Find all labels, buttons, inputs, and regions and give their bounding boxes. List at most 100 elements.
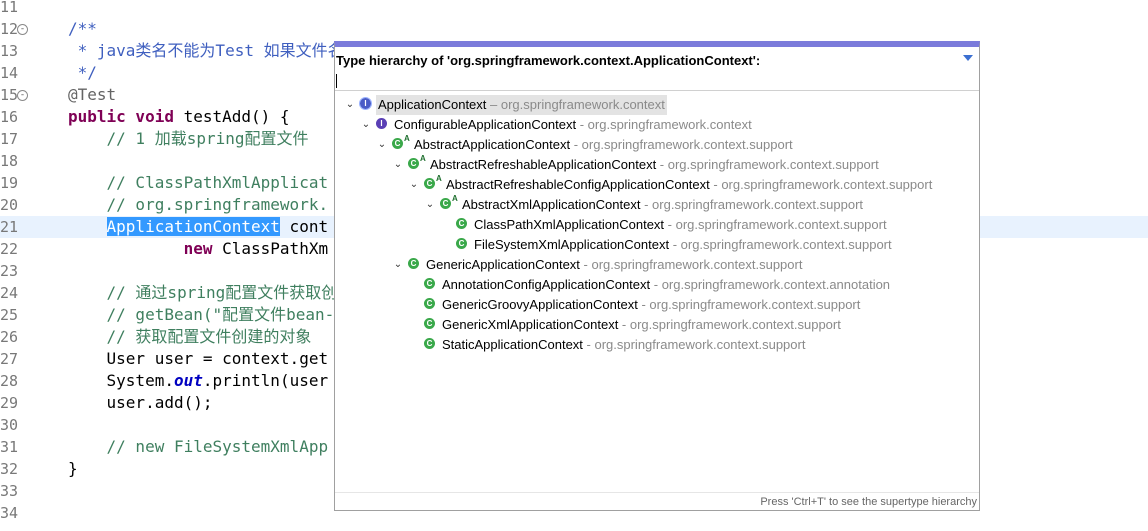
view-menu-icon[interactable] <box>963 55 973 61</box>
code-text: @Test <box>68 84 116 106</box>
tree-node[interactable]: C AnnotationConfigApplicationContext - or… <box>335 275 979 295</box>
line-number: 29 <box>0 394 19 412</box>
class-icon: C <box>424 298 435 309</box>
code-text: // new FileSystemXmlApp <box>68 436 329 458</box>
type-simple-name: StaticApplicationContext <box>442 337 583 352</box>
type-package: - org.springframework.context.support <box>669 237 892 252</box>
type-package: - org.springframework.context.support <box>582 337 806 352</box>
tree-node[interactable]: C GenericGroovyApplicationContext - org.s… <box>335 295 979 315</box>
line-comment: // ClassPathXmlApplicat <box>68 173 329 192</box>
line-number: 25 <box>0 306 19 324</box>
line-number: 23 <box>0 262 19 280</box>
line-number: 15 <box>0 86 19 104</box>
class-icon: C <box>424 338 435 349</box>
line-number: 34 <box>0 504 19 522</box>
type-name: AbstractRefreshableApplicationContext - … <box>428 155 881 175</box>
expand-chevron-icon[interactable]: ⌄ <box>361 115 371 135</box>
line-number: 27 <box>0 350 19 368</box>
line-comment: // getBean("配置文件bean- <box>68 305 335 324</box>
expand-chevron-icon[interactable]: ⌄ <box>409 175 419 195</box>
code-text: ApplicationContext cont <box>68 216 328 238</box>
fold-toggle-icon[interactable]: - <box>17 90 28 101</box>
type-name: AbstractRefreshableConfigApplicationCont… <box>444 175 934 195</box>
code-token: cont <box>279 217 329 236</box>
code-line[interactable]: 12- /** <box>0 18 1148 40</box>
code-text: */ <box>68 62 97 84</box>
text-caret <box>336 74 337 88</box>
class-icon: C <box>424 278 435 289</box>
type-name: ClassPathXmlApplicationContext - org.spr… <box>472 215 889 235</box>
footer-divider <box>335 492 979 493</box>
type-simple-name: ClassPathXmlApplicationContext <box>474 217 665 232</box>
expand-chevron-icon[interactable]: ⌄ <box>393 255 403 275</box>
selected-text: ApplicationContext <box>106 217 280 236</box>
tree-node[interactable]: C FileSystemXmlApplicationContext - org.s… <box>335 235 979 255</box>
line-number: 24 <box>0 284 19 302</box>
tree-node[interactable]: ⌄ C A AbstractApplicationContext - org.spri… <box>335 134 979 155</box>
tree-node[interactable]: ⌄ C GenericApplicationContext - org.spring… <box>335 255 979 275</box>
filter-input[interactable] <box>335 71 979 91</box>
type-name: GenericApplicationContext - org.springfr… <box>424 255 804 275</box>
tree-node[interactable]: ⌄ I ApplicationContext – org.springframewo… <box>335 95 979 115</box>
abstract-marker-icon: A <box>404 134 410 143</box>
type-simple-name: FileSystemXmlApplicationContext <box>474 237 670 252</box>
type-name: ConfigurableApplicationContext - org.spr… <box>392 115 754 135</box>
line-number: 30 <box>0 416 19 434</box>
abstract-marker-icon: A <box>420 154 426 163</box>
type-name: StaticApplicationContext - org.springfra… <box>440 335 807 355</box>
type-simple-name: AbstractXmlApplicationContext <box>462 197 641 212</box>
class-icon: C <box>392 138 403 149</box>
code-token: testAdd() { <box>183 107 290 126</box>
type-simple-name: AnnotationConfigApplicationContext <box>442 277 651 292</box>
type-name: GenericGroovyApplicationContext - org.sp… <box>440 295 862 315</box>
type-simple-name: GenericApplicationContext <box>426 257 580 272</box>
class-icon: C <box>456 218 467 229</box>
tree-node[interactable]: ⌄ I ConfigurableApplicationContext - org.s… <box>335 115 979 135</box>
type-name: AbstractApplicationContext - org.springf… <box>412 135 795 155</box>
type-simple-name: AbstractRefreshableConfigApplicationCont… <box>446 177 710 192</box>
line-number: 14 <box>0 64 19 82</box>
popup-footer-hint: Press 'Ctrl+T' to see the supertype hier… <box>760 496 977 508</box>
class-icon: C <box>408 258 419 269</box>
tree-node[interactable]: ⌄ C A AbstractXmlApplicationContext - org.s… <box>335 194 979 215</box>
code-text: // 获取配置文件创建的对象 <box>68 326 312 348</box>
abstract-marker-icon: A <box>436 174 442 183</box>
javadoc-comment: */ <box>68 63 97 82</box>
expand-chevron-icon[interactable]: ⌄ <box>377 135 387 155</box>
tree-node[interactable]: ⌄ C A AbstractRefreshableApplicationContext… <box>335 154 979 175</box>
code-text: } <box>68 458 78 480</box>
expand-chevron-icon[interactable]: ⌄ <box>393 155 403 175</box>
line-number: 28 <box>0 372 19 390</box>
tree-node[interactable]: C GenericXmlApplicationContext - org.spri… <box>335 315 979 335</box>
class-icon: C <box>424 178 435 189</box>
code-text: * java类名不能为Test 如果文件名 <box>68 40 344 62</box>
line-number: 32 <box>0 460 19 478</box>
type-name: AnnotationConfigApplicationContext - org… <box>440 275 892 295</box>
line-number: 20 <box>0 196 19 214</box>
keyword: public void <box>68 107 184 126</box>
type-hierarchy-popup[interactable]: Type hierarchy of 'org.springframework.c… <box>334 41 980 511</box>
line-number: 17 <box>0 130 19 148</box>
type-package: - org.springframework.context <box>576 117 752 132</box>
type-package: - org.springframework.context.support <box>570 137 793 152</box>
code-line[interactable]: 11 <box>0 0 1148 18</box>
class-icon: C <box>424 318 435 329</box>
line-number: 19 <box>0 174 19 192</box>
type-package: - org.springframework.context.support <box>579 257 803 272</box>
line-number: 21 <box>0 218 19 236</box>
fold-toggle-icon[interactable]: - <box>17 24 28 35</box>
line-number: 18 <box>0 152 19 170</box>
type-package: – org.springframework.context <box>486 97 665 112</box>
code-text: // 通过spring配置文件获取创 <box>68 282 338 304</box>
tree-node[interactable]: C ClassPathXmlApplicationContext - org.sp… <box>335 215 979 235</box>
javadoc-comment: /** <box>68 19 97 38</box>
code-text: new ClassPathXm <box>68 238 329 260</box>
hierarchy-tree[interactable]: ⌄ I ApplicationContext – org.springframewo… <box>335 93 979 499</box>
type-package: - org.springframework.context.support <box>656 157 879 172</box>
expand-chevron-icon[interactable]: ⌄ <box>425 195 435 215</box>
expand-chevron-icon[interactable]: ⌄ <box>345 95 355 115</box>
tree-node[interactable]: C StaticApplicationContext - org.springfr… <box>335 335 979 355</box>
tree-node[interactable]: ⌄ C A AbstractRefreshableConfigApplicationC… <box>335 174 979 195</box>
type-package: - org.springframework.context.support <box>640 197 864 212</box>
